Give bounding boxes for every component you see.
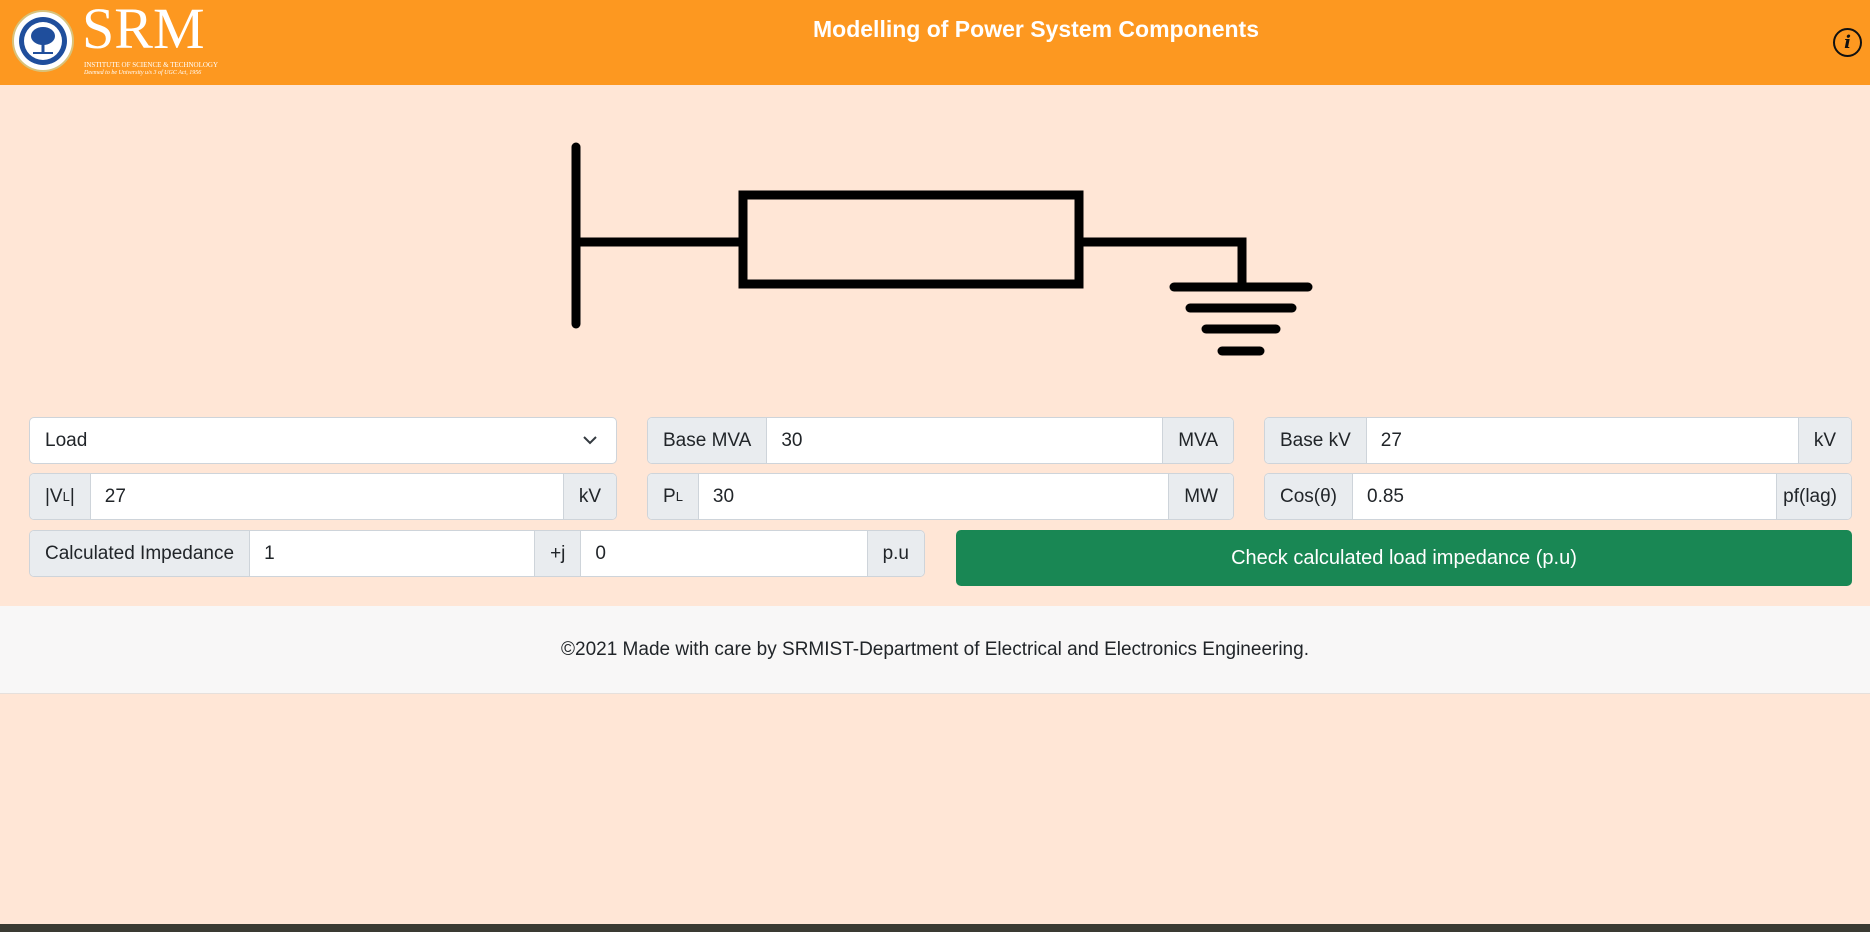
base-kv-label: Base kV (1265, 418, 1367, 463)
impedance-real-input[interactable]: 1 (250, 531, 535, 576)
base-kv-input[interactable]: 27 (1366, 418, 1798, 463)
base-mva-label: Base MVA (648, 418, 768, 463)
page-title: Modelling of Power System Components (813, 16, 1259, 42)
taskbar-strip (0, 924, 1870, 932)
power-factor-unit: pf(lag) (1776, 474, 1851, 519)
load-power-label: PL (648, 474, 699, 519)
load-voltage-label-subscript: L (62, 489, 70, 504)
load-power-group: PL 30 MW (647, 473, 1234, 520)
check-impedance-button[interactable]: Check calculated load impedance (p.u) (956, 530, 1852, 586)
load-voltage-label-bar: | (69, 485, 75, 507)
footer-text: ©2021 Made with care by SRMIST-Departmen… (561, 638, 1309, 660)
page-footer: ©2021 Made with care by SRMIST-Departmen… (0, 606, 1870, 694)
base-kv-unit: kV (1797, 418, 1851, 463)
load-power-label-subscript: L (675, 489, 683, 504)
impedance-j-label: +j (534, 531, 582, 576)
impedance-imag-input[interactable]: 0 (581, 531, 867, 576)
base-mva-input[interactable]: 30 (767, 418, 1163, 463)
load-voltage-label-text: |V (45, 485, 63, 507)
impedance-unit: p.u (866, 531, 924, 576)
load-impedance-box (738, 190, 1084, 289)
load-voltage-label: |V L | (30, 474, 91, 519)
component-select-value: Load (45, 429, 88, 451)
chevron-down-icon (583, 436, 597, 445)
load-power-label-text: P (663, 485, 676, 507)
load-power-unit: MW (1168, 474, 1233, 519)
power-factor-label: Cos(θ) (1265, 474, 1354, 519)
info-icon[interactable]: i (1833, 28, 1862, 57)
app-header: SRM INSTITUTE OF SCIENCE & TECHNOLOGY De… (0, 0, 1870, 85)
impedance-group: Calculated Impedance 1 +j 0 p.u (29, 530, 925, 577)
component-select[interactable]: Load (29, 417, 617, 464)
load-circuit-diagram (571, 142, 1313, 356)
load-voltage-group: |V L | 27 kV (29, 473, 617, 520)
ground-connector (1074, 237, 1247, 292)
load-power-input[interactable]: 30 (698, 474, 1169, 519)
power-factor-group: Cos(θ) 0.85 pf(lag) (1264, 473, 1852, 520)
base-mva-group: Base MVA 30 MVA (647, 417, 1234, 464)
power-factor-input[interactable]: 0.85 (1353, 474, 1777, 519)
load-voltage-unit: kV (562, 474, 616, 519)
impedance-label: Calculated Impedance (30, 531, 251, 576)
load-voltage-input[interactable]: 27 (90, 474, 563, 519)
logo-subtitle: INSTITUTE OF SCIENCE & TECHNOLOGY (84, 61, 219, 69)
logo-tagline: Deemed to be University u/s 3 of UGC Act… (84, 70, 202, 76)
base-kv-group: Base kV 27 kV (1264, 417, 1852, 464)
base-mva-unit: MVA (1162, 418, 1233, 463)
